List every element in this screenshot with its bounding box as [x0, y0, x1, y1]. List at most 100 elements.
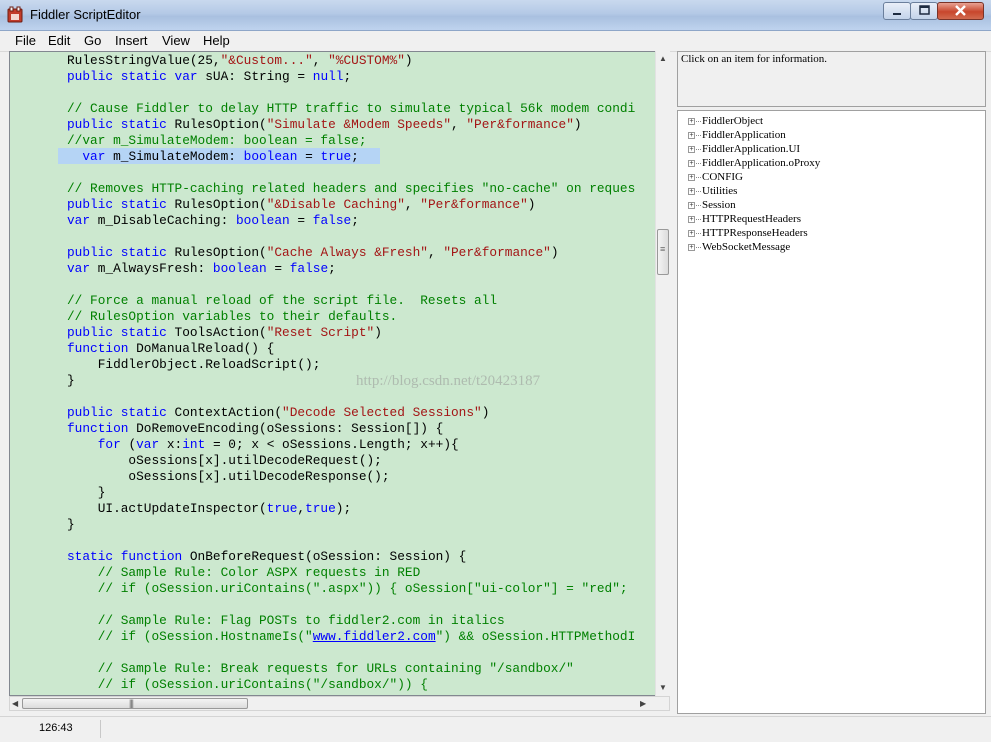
code-token: sUA: String = — [197, 69, 313, 84]
code-token: var — [136, 437, 160, 452]
code-token: "Per&formance" — [466, 117, 574, 132]
code-token: ; — [351, 149, 359, 164]
expand-plus-icon[interactable]: + — [688, 216, 695, 223]
code-token: = — [266, 261, 290, 276]
code-line: // Sample Rule: Flag POSTs to fiddler2.c… — [67, 613, 505, 629]
code-token: "Simulate &Modem Speeds" — [266, 117, 451, 132]
code-link[interactable]: www.fiddler2.com — [313, 629, 436, 644]
code-line: var m_SimulateModem: boolean = true; — [67, 149, 359, 165]
close-button[interactable] — [937, 2, 984, 20]
code-token: "%CUSTOM%" — [328, 53, 405, 68]
script-editor[interactable]: RulesStringValue(25,"&Custom...", "%CUST… — [9, 51, 670, 696]
code-token: RulesOption( — [166, 197, 267, 212]
code-line: UI.actUpdateInspector(true,true); — [67, 501, 351, 517]
scroll-down-icon[interactable]: ▼ — [659, 683, 667, 692]
code-token: var — [67, 149, 106, 164]
code-token: ( — [120, 437, 137, 452]
tree-connector — [696, 163, 701, 164]
tree-connector — [696, 247, 701, 248]
expand-plus-icon[interactable]: + — [688, 244, 695, 251]
code-token: ContextAction( — [166, 405, 283, 420]
code-token: RulesOption( — [166, 117, 267, 132]
code-token: , — [312, 53, 329, 68]
code-line: // Force a manual reload of the script f… — [67, 293, 497, 309]
tree-connector — [696, 149, 701, 150]
code-line: public static RulesOption("Simulate &Mod… — [67, 117, 582, 133]
menu-file[interactable]: File — [15, 33, 36, 48]
code-line: // Removes HTTP-caching related headers … — [67, 181, 635, 197]
scroll-right-icon[interactable]: ▶ — [640, 699, 646, 708]
menu-help[interactable]: Help — [203, 33, 230, 48]
tree-connector — [696, 233, 701, 234]
code-token: , — [297, 501, 306, 516]
code-token: ") && oSession.HTTPMethodI — [435, 629, 636, 644]
scroll-up-icon[interactable]: ▲ — [659, 54, 667, 63]
expand-plus-icon[interactable]: + — [688, 118, 695, 125]
code-token: x: — [159, 437, 183, 452]
tree-item-label: HTTPResponseHeaders — [702, 227, 808, 239]
code-token: RulesStringValue(25, — [67, 53, 221, 68]
code-token: function — [67, 341, 129, 356]
tree-connector — [696, 191, 701, 192]
expand-plus-icon[interactable]: + — [688, 230, 695, 237]
status-separator — [100, 720, 101, 738]
expand-plus-icon[interactable]: + — [688, 146, 695, 153]
expand-plus-icon[interactable]: + — [688, 174, 695, 181]
code-token: RulesOption( — [166, 245, 267, 260]
code-token: m_DisableCaching: — [90, 213, 236, 228]
code-line: FiddlerObject.ReloadScript(); — [67, 357, 321, 373]
menu-edit[interactable]: Edit — [48, 33, 70, 48]
code-token: var — [67, 213, 91, 228]
code-token: } — [67, 485, 106, 500]
code-token: public static — [67, 325, 167, 340]
code-token: , — [404, 197, 421, 212]
code-line: var m_AlwaysFresh: boolean = false; — [67, 261, 336, 277]
title-bar[interactable]: Fiddler ScriptEditor — [0, 0, 991, 31]
expand-plus-icon[interactable]: + — [688, 202, 695, 209]
code-token: static function — [67, 549, 183, 564]
code-line: // Cause Fiddler to delay HTTP traffic t… — [67, 101, 635, 117]
object-tree[interactable]: + FiddlerObject + FiddlerApplication + Fiddle… — [677, 110, 986, 714]
tree-connector — [696, 121, 701, 122]
tree-connector — [696, 135, 701, 136]
code-line: // if (oSession.uriContains(".aspx")) { … — [67, 581, 628, 597]
code-line: static function OnBeforeRequest(oSession… — [67, 549, 466, 565]
code-token: // RulesOption variables to their defaul… — [67, 309, 398, 324]
editor-horizontal-scrollbar[interactable]: ◀ ||| ▶ — [9, 696, 670, 711]
tree-connector — [696, 219, 701, 220]
editor-vertical-scrollbar[interactable]: ▲ ≡ ▼ — [655, 51, 670, 696]
menu-insert[interactable]: Insert — [115, 33, 148, 48]
tree-item-label: FiddlerObject — [702, 115, 764, 127]
expand-plus-icon[interactable]: + — [688, 160, 695, 167]
code-line: oSessions[x].utilDecodeResponse(); — [67, 469, 389, 485]
code-token: true — [305, 501, 336, 516]
menu-go[interactable]: Go — [84, 33, 101, 48]
code-token: "&Disable Caching" — [266, 197, 405, 212]
minimize-button[interactable] — [883, 2, 911, 20]
code-token: , — [427, 245, 444, 260]
code-line: } — [67, 373, 75, 389]
code-token: false — [289, 261, 329, 276]
code-token: // Force a manual reload of the script f… — [67, 293, 498, 308]
horizontal-scroll-thumb[interactable]: ||| — [22, 698, 248, 709]
scroll-left-icon[interactable]: ◀ — [12, 699, 18, 708]
code-token: for — [97, 437, 121, 452]
vertical-scroll-thumb[interactable]: ≡ — [657, 229, 669, 275]
menu-view[interactable]: View — [162, 33, 190, 48]
expand-plus-icon[interactable]: + — [688, 188, 695, 195]
expand-plus-icon[interactable]: + — [688, 132, 695, 139]
code-token: ) — [550, 245, 559, 260]
code-token: ToolsAction( — [166, 325, 267, 340]
code-token: "Cache Always &Fresh" — [266, 245, 428, 260]
code-line: public static ToolsAction("Reset Script"… — [67, 325, 382, 341]
code-token: ); — [335, 501, 352, 516]
code-token: "Per&formance" — [443, 245, 551, 260]
code-token: m_AlwaysFresh: — [90, 261, 213, 276]
info-panel: Click on an item for information. — [677, 51, 986, 107]
maximize-button[interactable] — [910, 2, 938, 20]
menu-bar: File Edit Go Insert View Help — [0, 31, 991, 52]
tree-item-label: Session — [702, 199, 736, 211]
code-line: oSessions[x].utilDecodeRequest(); — [67, 453, 381, 469]
tree-item-label: FiddlerApplication — [702, 129, 786, 141]
code-token: "Per&formance" — [420, 197, 528, 212]
